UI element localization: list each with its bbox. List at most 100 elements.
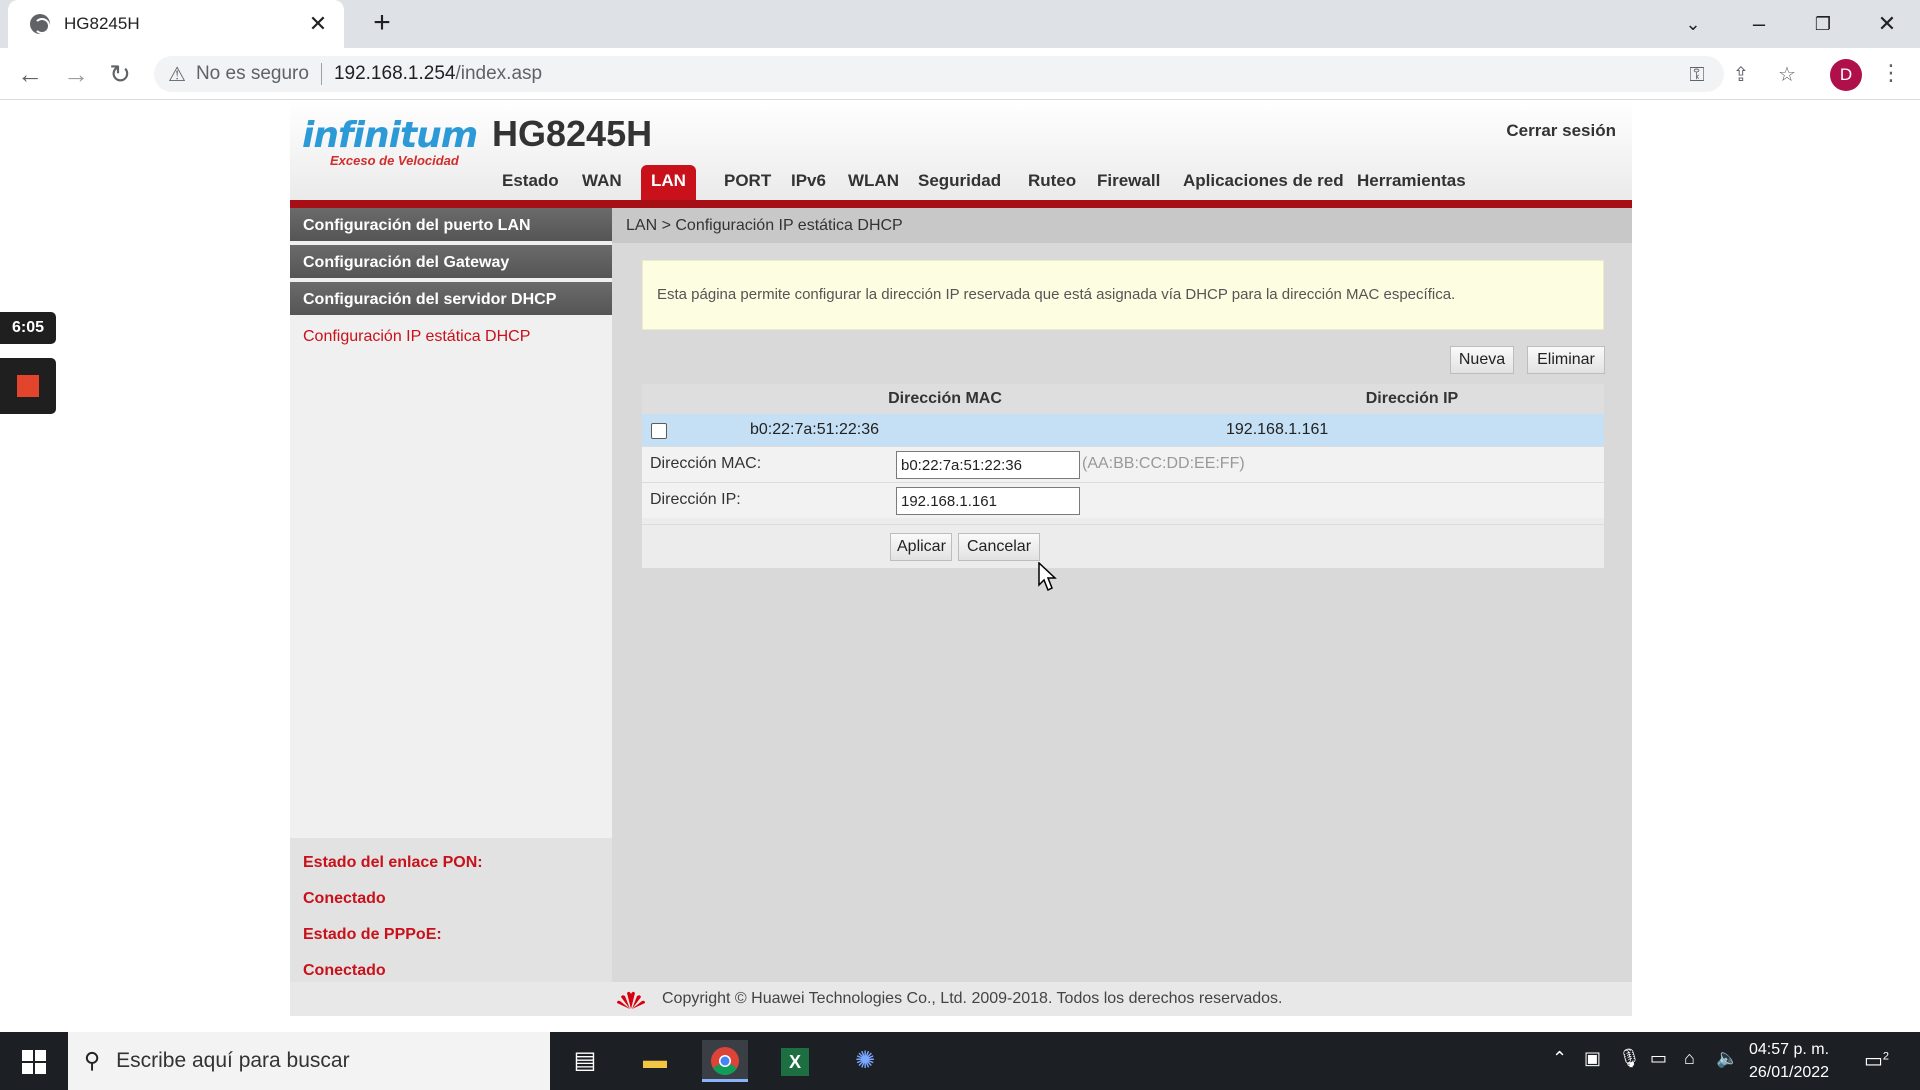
nav-firewall[interactable]: Firewall <box>1087 165 1170 201</box>
recording-timer: 6:05 <box>0 312 56 344</box>
chrome-logo <box>711 1047 739 1075</box>
nav-port[interactable]: PORT <box>714 165 781 201</box>
share-icon[interactable]: ⇪ <box>1728 62 1754 88</box>
ip-field-label: Dirección IP: <box>650 491 741 508</box>
ip-form-row: Dirección IP: <box>642 482 1604 518</box>
address-separator <box>320 63 322 85</box>
chrome-icon[interactable] <box>702 1040 748 1082</box>
globe-icon <box>30 14 50 34</box>
router-footer: Copyright © Huawei Technologies Co., Ltd… <box>290 982 1632 1016</box>
browser-tabstrip: HG8245H ✕ + ⌄ – ❐ ✕ <box>0 0 1920 48</box>
app-gear-icon[interactable]: ✺ <box>842 1040 888 1082</box>
key-icon[interactable]: ⚿ <box>1684 62 1710 88</box>
nav-aplicaciones-de-red[interactable]: Aplicaciones de red <box>1173 165 1354 201</box>
browser-toolbar: ← → ↻ ⚠ No es seguro 192.168.1.254/index… <box>0 48 1920 100</box>
copyright-text: Copyright © Huawei Technologies Co., Ltd… <box>662 990 1283 1007</box>
pppoe-status-value: Conectado <box>303 962 386 979</box>
tab-title: HG8245H <box>64 14 140 33</box>
row-checkbox[interactable] <box>651 423 667 439</box>
mac-field-label: Dirección MAC: <box>650 455 762 472</box>
nav-estado[interactable]: Estado <box>492 165 569 201</box>
nav-lan[interactable]: LAN <box>641 165 696 201</box>
nav-underline <box>290 200 1632 208</box>
pon-status-label: Estado del enlace PON: <box>303 854 483 871</box>
mouse-cursor-icon <box>1038 562 1057 592</box>
url-host[interactable]: 192.168.1.254 <box>334 63 456 85</box>
row-mac: b0:22:7a:51:22:36 <box>750 421 880 438</box>
taskbar-clock[interactable]: 04:57 p. m. 26/01/2022 <box>1734 1038 1844 1084</box>
form-actions: Aplicar Cancelar <box>642 524 1604 568</box>
not-secure-label[interactable]: No es seguro <box>196 63 309 85</box>
task-view-icon[interactable]: ▤ <box>562 1040 608 1082</box>
huawei-logo-icon <box>617 991 645 1009</box>
restore-button[interactable]: ❐ <box>1798 6 1848 42</box>
nav-seguridad[interactable]: Seguridad <box>908 165 1011 201</box>
notification-count: 2 <box>1882 1050 1890 1063</box>
notifications-icon[interactable]: ▭2 <box>1864 1048 1889 1073</box>
ip-field[interactable] <box>896 487 1080 515</box>
browser-tab[interactable]: HG8245H ✕ <box>8 0 344 48</box>
cancel-button[interactable]: Cancelar <box>958 533 1040 561</box>
column-header-ip: Dirección IP <box>1365 390 1459 407</box>
minimize-button[interactable]: – <box>1734 6 1784 42</box>
windows-taskbar: ⚲ Escribe aquí para buscar ▤ ▬ X ✺ ⌃ ▣ 🎙… <box>0 1032 1920 1090</box>
sidebar-item-puerto-lan[interactable]: Configuración del puerto LAN <box>290 208 612 243</box>
mac-field[interactable] <box>896 451 1080 479</box>
clock-date: 26/01/2022 <box>1748 1064 1830 1081</box>
main-nav: Estado WAN LAN PORT IPv6 WLAN Seguridad … <box>290 161 1632 201</box>
reload-icon[interactable]: ↻ <box>104 58 136 90</box>
excel-icon[interactable]: X <box>772 1040 818 1082</box>
column-header-mac: Dirección MAC <box>888 390 1002 407</box>
search-icon: ⚲ <box>84 1048 101 1073</box>
forward-icon[interactable]: → <box>60 58 92 90</box>
close-tab-icon[interactable]: ✕ <box>306 11 330 37</box>
delete-entry-button[interactable]: Eliminar <box>1527 346 1605 374</box>
nav-wan[interactable]: WAN <box>572 165 632 201</box>
camera-icon[interactable]: ▣ <box>1584 1048 1601 1069</box>
microphone-icon[interactable]: 🎙 <box>1618 1048 1641 1069</box>
sidebar: Configuración del puerto LAN Configuraci… <box>290 208 612 1016</box>
new-tab-button[interactable]: + <box>366 8 398 40</box>
sidebar-item-servidor-dhcp[interactable]: Configuración del servidor DHCP <box>290 282 612 317</box>
router-header: infinitum Exceso de Velocidad HG8245H Ce… <box>290 101 1632 207</box>
stop-recording-button[interactable] <box>0 358 56 414</box>
brand-logo-text: infinitum <box>302 115 478 156</box>
nav-ipv6[interactable]: IPv6 <box>781 165 836 201</box>
browser-menu-icon[interactable]: ⋮ <box>1880 60 1902 86</box>
network-icon[interactable]: ⌂ <box>1684 1048 1695 1069</box>
bookmark-star-icon[interactable]: ☆ <box>1774 62 1800 88</box>
file-explorer-icon[interactable]: ▬ <box>632 1040 678 1082</box>
info-message: Esta página permite configurar la direcc… <box>642 260 1604 330</box>
back-icon[interactable]: ← <box>14 58 46 90</box>
tab-search-icon[interactable]: ⌄ <box>1668 6 1718 42</box>
apply-button[interactable]: Aplicar <box>890 533 952 561</box>
nav-ruteo[interactable]: Ruteo <box>1018 165 1086 201</box>
battery-icon[interactable]: ▭ <box>1650 1048 1667 1069</box>
static-ip-table: Dirección MAC Dirección IP b0:22:7a:51:2… <box>642 384 1604 568</box>
new-entry-button[interactable]: Nueva <box>1450 346 1514 374</box>
sidebar-item-gateway[interactable]: Configuración del Gateway <box>290 245 612 280</box>
mac-form-row: Dirección MAC: (AA:BB:CC:DD:EE:FF) <box>642 446 1604 482</box>
windows-start-icon[interactable] <box>22 1050 46 1074</box>
main-content: LAN > Configuración IP estática DHCP Est… <box>612 208 1632 1016</box>
url-path[interactable]: /index.asp <box>455 63 542 85</box>
warning-icon[interactable]: ⚠ <box>168 62 186 87</box>
profile-avatar[interactable]: D <box>1830 59 1862 91</box>
pon-status-value: Conectado <box>303 890 386 907</box>
close-window-button[interactable]: ✕ <box>1862 6 1912 42</box>
address-bar[interactable]: ⚠ No es seguro 192.168.1.254/index.asp <box>154 56 1724 92</box>
table-row[interactable]: b0:22:7a:51:22:36 192.168.1.161 <box>642 414 1604 446</box>
table-header: Dirección MAC Dirección IP <box>642 384 1604 414</box>
show-hidden-icons[interactable]: ⌃ <box>1552 1048 1567 1069</box>
breadcrumb: LAN > Configuración IP estática DHCP <box>612 208 1632 243</box>
taskbar-search[interactable]: ⚲ Escribe aquí para buscar <box>68 1032 550 1090</box>
sidebar-item-ip-estatica-dhcp[interactable]: Configuración IP estática DHCP <box>290 319 612 354</box>
nav-herramientas[interactable]: Herramientas <box>1347 165 1476 201</box>
mac-format-hint: (AA:BB:CC:DD:EE:FF) <box>1082 455 1245 472</box>
search-placeholder: Escribe aquí para buscar <box>116 1049 350 1072</box>
logout-link[interactable]: Cerrar sesión <box>1506 121 1616 141</box>
pppoe-status-label: Estado de PPPoE: <box>303 926 442 943</box>
nav-wlan[interactable]: WLAN <box>838 165 909 201</box>
infinitum-logo: infinitum Exceso de Velocidad <box>302 115 478 168</box>
row-ip: 192.168.1.161 <box>1226 421 1329 438</box>
